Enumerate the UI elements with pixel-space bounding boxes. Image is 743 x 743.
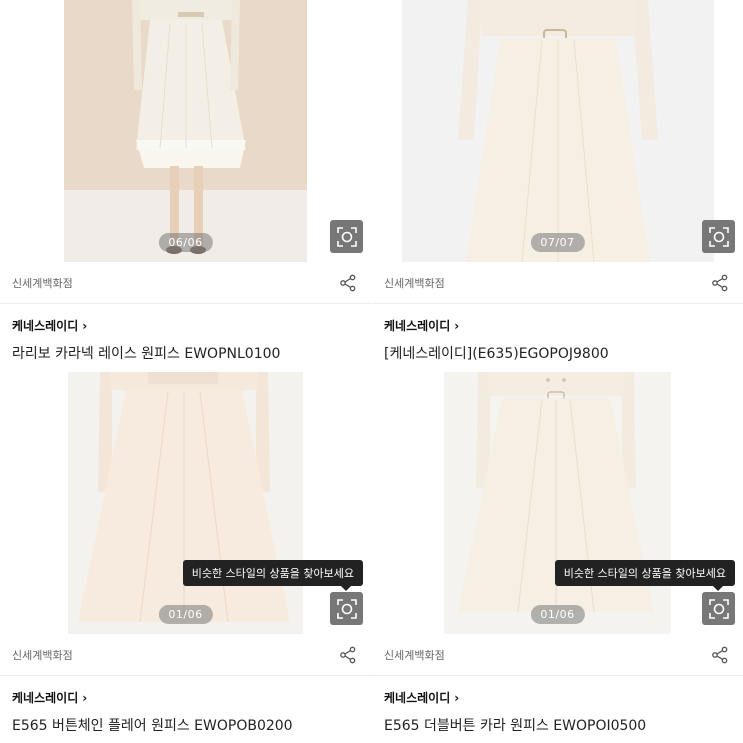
brand-name: 케네스레이디 (384, 319, 451, 333)
lens-search-icon (708, 226, 729, 247)
image-counter: 01/06 (158, 605, 213, 624)
product-name[interactable]: [케네스레이디](E635)EGOPOJ9800 (372, 334, 743, 363)
product-name[interactable]: E565 버튼체인 플레어 원피스 EWOPOB0200 (0, 706, 371, 735)
store-bar: 신세계백화점 (0, 262, 371, 304)
product-photo (0, 0, 371, 262)
store-bar: 신세계백화점 (0, 634, 371, 676)
product-image[interactable]: 01/06 비슷한 스타일의 상품을 찾아보세요 (0, 372, 371, 634)
store-name: 신세계백화점 (12, 648, 73, 662)
visual-search-button[interactable] (702, 592, 735, 625)
product-name[interactable]: 라리보 카라넥 레이스 원피스 EWOPNL0100 (0, 334, 371, 363)
chevron-right-icon: › (454, 690, 460, 705)
share-icon[interactable] (711, 646, 729, 664)
product-grid: 06/06 신세계백화점 케네스레이디 › 라리보 카라넥 레이스 원피스 EW… (0, 0, 743, 743)
image-counter: 07/07 (530, 233, 585, 252)
chevron-right-icon: › (454, 318, 460, 333)
brand-name: 케네스레이디 (12, 691, 79, 705)
store-name: 신세계백화점 (384, 648, 445, 662)
image-counter: 06/06 (158, 233, 213, 252)
product-photo (372, 372, 743, 634)
store-bar: 신세계백화점 (372, 634, 743, 676)
product-card[interactable]: 01/06 비슷한 스타일의 상품을 찾아보세요 신세계백화점 케네스레이디 ›… (372, 372, 743, 735)
visual-search-button[interactable] (330, 592, 363, 625)
lens-search-icon (336, 598, 357, 619)
brand-link[interactable]: 케네스레이디 › (0, 304, 371, 334)
visual-search-button[interactable] (330, 220, 363, 253)
lens-search-icon (336, 226, 357, 247)
brand-name: 케네스레이디 (384, 691, 451, 705)
store-name: 신세계백화점 (384, 276, 445, 290)
product-image[interactable]: 06/06 (0, 0, 371, 262)
visual-search-tooltip: 비슷한 스타일의 상품을 찾아보세요 (554, 560, 735, 591)
product-card[interactable]: 07/07 신세계백화점 케네스레이디 › [케네스레이디](E635)EGOP… (372, 0, 743, 363)
visual-search-tooltip: 비슷한 스타일의 상품을 찾아보세요 (182, 560, 363, 591)
product-image[interactable]: 01/06 비슷한 스타일의 상품을 찾아보세요 (372, 372, 743, 634)
visual-search-button[interactable] (702, 220, 735, 253)
brand-link[interactable]: 케네스레이디 › (372, 304, 743, 334)
product-name[interactable]: E565 더블버튼 카라 원피스 EWOPOI0500 (372, 706, 743, 735)
brand-link[interactable]: 케네스레이디 › (372, 676, 743, 706)
product-photo (372, 0, 743, 262)
store-bar: 신세계백화점 (372, 262, 743, 304)
brand-link[interactable]: 케네스레이디 › (0, 676, 371, 706)
product-image[interactable]: 07/07 (372, 0, 743, 262)
share-icon[interactable] (339, 274, 357, 292)
share-icon[interactable] (711, 274, 729, 292)
brand-name: 케네스레이디 (12, 319, 79, 333)
product-card[interactable]: 01/06 비슷한 스타일의 상품을 찾아보세요 신세계백화점 케네스레이디 ›… (0, 372, 371, 735)
store-name: 신세계백화점 (12, 276, 73, 290)
lens-search-icon (708, 598, 729, 619)
chevron-right-icon: › (82, 690, 88, 705)
product-card[interactable]: 06/06 신세계백화점 케네스레이디 › 라리보 카라넥 레이스 원피스 EW… (0, 0, 371, 363)
chevron-right-icon: › (82, 318, 88, 333)
image-counter: 01/06 (530, 605, 585, 624)
share-icon[interactable] (339, 646, 357, 664)
product-photo (0, 372, 371, 634)
